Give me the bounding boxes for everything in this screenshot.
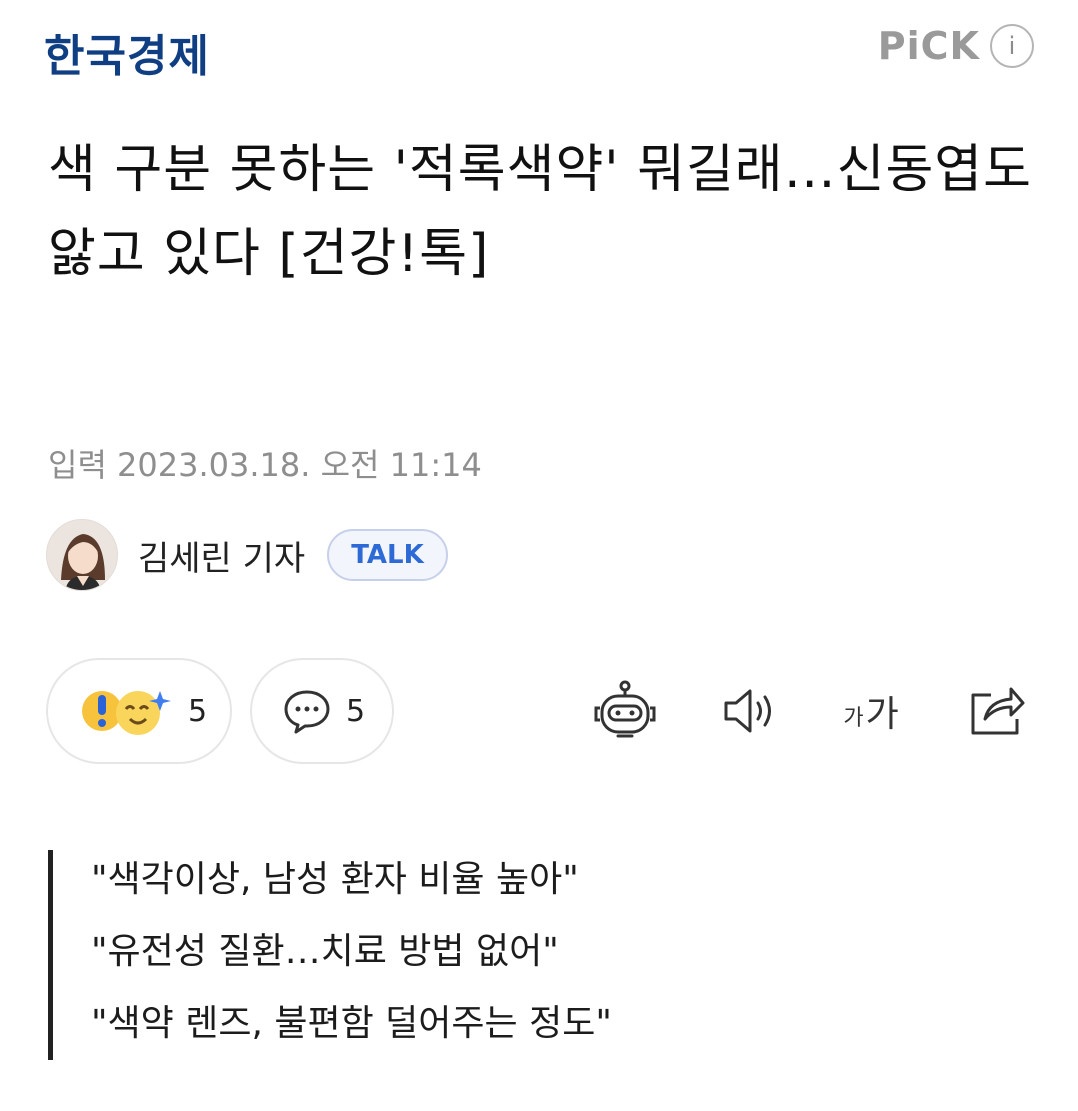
info-icon-glyph: i — [1008, 32, 1016, 60]
reaction-icons — [82, 691, 171, 735]
comment-count: 5 — [346, 693, 366, 729]
font-size-icon-large: 가 — [865, 694, 899, 735]
reaction-count: 5 — [188, 693, 208, 729]
article-title: 색 구분 못하는 '적록색약' 뭐길래…신동엽도 앓고 있다 [건강!톡] — [48, 140, 1032, 284]
summary-line: "유전성 질환…치료 방법 없어" — [91, 931, 559, 972]
talk-button[interactable]: TALK — [327, 529, 448, 581]
author-name[interactable]: 김세린 기자 — [138, 531, 305, 580]
info-icon[interactable]: i — [990, 24, 1034, 68]
article-summary: "색각이상, 남성 환자 비율 높아" "유전성 질환…치료 방법 없어" "색… — [48, 850, 1028, 1060]
pick-badge: PiCK — [877, 24, 980, 68]
author-row: 김세린 기자 TALK — [46, 518, 448, 592]
summary-bot-button[interactable] — [590, 676, 660, 746]
pick-badge-group: PiCK i — [878, 24, 1034, 68]
comment-button[interactable]: 5 — [250, 658, 394, 764]
published-date: 입력 2023.03.18. 오전 11:14 — [48, 446, 482, 484]
article-action-bar: 5 5 가가 — [46, 658, 1036, 764]
summary-line: "색약 렌즈, 불편함 덜어주는 정도" — [91, 1003, 612, 1044]
avatar-portrait — [47, 520, 117, 590]
author-avatar[interactable] — [46, 519, 118, 591]
comment-icon — [284, 690, 330, 734]
publisher-logo[interactable]: 한국경제 — [44, 20, 210, 84]
text-to-speech-button[interactable] — [716, 676, 786, 746]
share-button[interactable] — [962, 676, 1032, 746]
font-size-button[interactable]: 가가 — [836, 676, 906, 746]
robot-summary-icon — [594, 680, 656, 738]
reaction-button[interactable]: 5 — [46, 658, 232, 764]
font-size-icon-small: 가 — [843, 706, 864, 731]
speaker-icon — [724, 689, 771, 733]
summary-line: "색각이상, 남성 환자 비율 높아" — [91, 859, 579, 900]
article-header: 한국경제 PiCK i — [0, 0, 1078, 100]
share-icon — [971, 687, 1025, 735]
